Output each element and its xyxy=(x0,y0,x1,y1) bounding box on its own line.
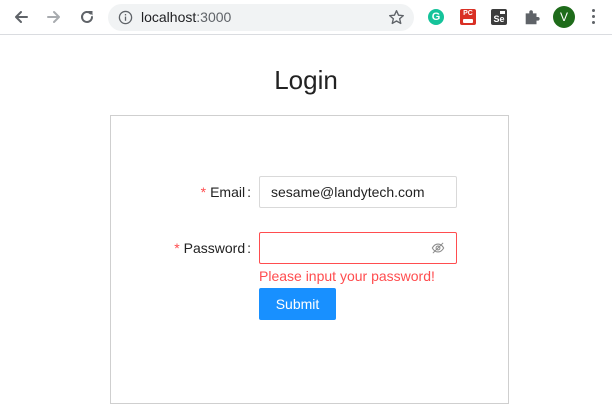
reload-icon[interactable] xyxy=(75,5,99,29)
page-title: Login xyxy=(274,65,338,95)
address-bar[interactable]: localhost:3000 xyxy=(108,4,414,31)
selenium-text: Se xyxy=(493,14,505,24)
puzzle-icon[interactable] xyxy=(523,8,541,26)
browser-toolbar: localhost:3000 G PC Se V xyxy=(0,0,612,35)
info-icon[interactable] xyxy=(118,10,133,25)
url-text[interactable]: localhost:3000 xyxy=(141,10,231,25)
password-label-colon: : xyxy=(247,240,251,256)
more-vert-icon[interactable] xyxy=(592,9,596,25)
password-label: * Password: xyxy=(174,240,251,256)
star-icon[interactable] xyxy=(388,9,405,26)
forward-arrow-icon[interactable] xyxy=(42,5,66,29)
required-mark: * xyxy=(200,184,207,200)
grammarly-extension-icon[interactable]: G xyxy=(428,9,444,25)
profile-avatar[interactable]: V xyxy=(553,6,575,28)
email-label-text: Email xyxy=(210,184,246,200)
login-card: * Email: sesame@landytech.com * Password: … xyxy=(110,115,509,404)
password-label-text: Password xyxy=(183,240,246,256)
back-arrow-icon[interactable] xyxy=(9,5,33,29)
grammarly-letter: G xyxy=(431,11,441,23)
url-port: :3000 xyxy=(196,9,232,25)
required-mark: * xyxy=(174,240,180,256)
email-label: * Email: xyxy=(201,184,251,200)
password-error-message: Please input your password! xyxy=(259,268,435,284)
red-extension-text: PC xyxy=(463,10,473,17)
email-label-colon: : xyxy=(247,184,251,200)
email-row: * Email: sesame@landytech.com xyxy=(111,176,508,208)
submit-button[interactable]: Submit xyxy=(259,288,336,320)
url-host: localhost xyxy=(141,9,197,25)
email-field[interactable]: sesame@landytech.com xyxy=(259,176,457,208)
password-field[interactable] xyxy=(259,232,457,264)
red-extension-icon[interactable]: PC xyxy=(460,9,476,25)
eye-invisible-icon[interactable] xyxy=(431,241,445,255)
selenium-extension-icon[interactable]: Se xyxy=(491,9,507,25)
